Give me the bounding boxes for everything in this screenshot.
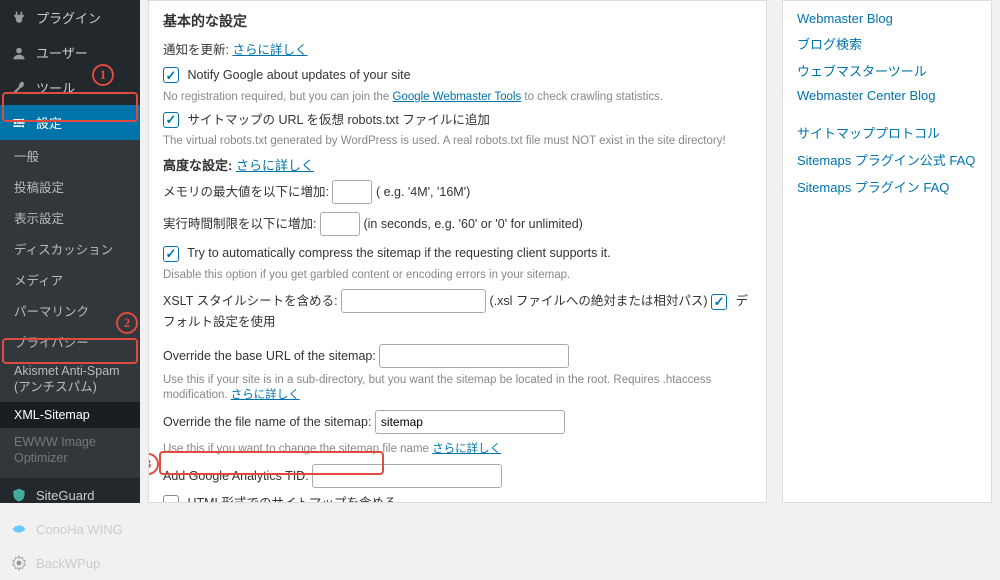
exec-input[interactable]	[320, 212, 360, 236]
settings-panel: 基本的な設定 通知を更新: さらに詳しく Notify Google about…	[148, 0, 767, 503]
sidebar-item-settings[interactable]: 設定	[0, 105, 140, 140]
xslt-input[interactable]	[341, 289, 486, 313]
link-webmaster-center[interactable]: Webmaster Center Blog	[797, 88, 977, 103]
sidebar-item-backwpup[interactable]: BackWPup	[0, 546, 140, 580]
annotation-3: 3	[148, 453, 159, 475]
sidebar-item-display[interactable]: 表示設定	[0, 202, 140, 233]
sidebar-label: SiteGuard	[36, 488, 95, 503]
xslt-hint: (.xsl ファイルへの絶対または相対パス)	[490, 294, 708, 308]
user-icon	[10, 44, 28, 62]
notify-desc-b: to check crawling statistics.	[521, 91, 663, 103]
settings-submenu: 一般 投稿設定 表示設定 ディスカッション メディア パーマリンク プライバシー…	[0, 140, 140, 478]
sitemap-robots-checkbox[interactable]	[163, 112, 179, 128]
sidebar-label: ConoHa WING	[36, 522, 123, 537]
plug-icon	[10, 9, 28, 27]
memory-hint: ( e.g. '4M', '16M')	[376, 185, 470, 199]
sidebar-item-akismet[interactable]: Akismet Anti-Spam (アンチスパム)	[0, 357, 140, 402]
sidebar-item-media[interactable]: メディア	[0, 264, 140, 295]
more-link[interactable]: さらに詳しく	[231, 389, 300, 401]
shield-icon	[10, 486, 28, 504]
link-sitemap-protocol[interactable]: サイトマッププロトコル	[797, 123, 977, 142]
override-name-input[interactable]	[375, 410, 565, 434]
link-webmaster-tool[interactable]: ウェブマスターツール	[797, 61, 977, 80]
sidebar-item-xml-sitemap[interactable]: XML-Sitemap	[0, 402, 140, 428]
exec-hint: (in seconds, e.g. '60' or '0' for unlimi…	[363, 217, 582, 231]
webmaster-tools-link[interactable]: Google Webmaster Tools	[393, 91, 522, 103]
sitemap-robots-label: サイトマップの URL を仮想 robots.txt ファイルに追加	[187, 113, 489, 127]
html-sitemap-checkbox[interactable]	[163, 495, 179, 503]
memory-input[interactable]	[332, 180, 372, 204]
compress-desc: Disable this option if you get garbled c…	[163, 269, 752, 281]
more-link[interactable]: さらに詳しく	[236, 158, 314, 173]
sidebar-label: ツール	[36, 78, 75, 97]
sidebar-label: 設定	[36, 113, 62, 132]
sidebar-item-discussion[interactable]: ディスカッション	[0, 233, 140, 264]
sidebar-item-conoha[interactable]: ConoHa WING	[0, 512, 140, 546]
exec-label: 実行時間制限を以下に増加:	[163, 217, 316, 231]
sidebar-label: プラグイン	[36, 8, 101, 27]
ga-tid-label: Add Google Analytics TID:	[163, 469, 309, 483]
sidebar-label: BackWPup	[36, 556, 100, 571]
compress-label: Try to automatically compress the sitema…	[187, 246, 610, 260]
sidebar-item-plugins[interactable]: プラグイン	[0, 0, 140, 35]
notify-google-checkbox[interactable]	[163, 67, 179, 83]
override-name-desc: Use this if you want to change the sitem…	[163, 443, 432, 455]
more-link[interactable]: さらに詳しく	[232, 43, 307, 57]
memory-label: メモリの最大値を以下に増加:	[163, 185, 329, 199]
sidebar-item-privacy[interactable]: プライバシー	[0, 326, 140, 357]
sidebar-label: ユーザー	[36, 43, 88, 62]
html-sitemap-label: HTML形式でのサイトマップを含める	[187, 496, 396, 503]
more-link[interactable]: さらに詳しく	[432, 443, 501, 455]
sidebar-item-siteguard[interactable]: SiteGuard	[0, 478, 140, 512]
gear-icon	[10, 554, 28, 572]
admin-sidebar: プラグイン ユーザー ツール 設定 一般 投稿設定 表示設定 ディスカッション …	[0, 0, 140, 503]
override-base-label: Override the base URL of the sitemap:	[163, 349, 376, 363]
sidebar-item-users[interactable]: ユーザー	[0, 35, 140, 70]
sidebar-item-permalink[interactable]: パーマリンク	[0, 295, 140, 326]
xslt-default-checkbox[interactable]	[711, 294, 727, 310]
xslt-label: XSLT スタイルシートを含める:	[163, 294, 338, 308]
wrench-icon	[10, 79, 28, 97]
link-webmaster-blog[interactable]: Webmaster Blog	[797, 11, 977, 26]
compress-checkbox[interactable]	[163, 246, 179, 262]
right-links-panel: Webmaster Blog ブログ検索 ウェブマスターツール Webmaste…	[782, 0, 992, 503]
override-name-label: Override the file name of the sitemap:	[163, 415, 371, 429]
sidebar-item-tools[interactable]: ツール	[0, 70, 140, 105]
sidebar-item-posting[interactable]: 投稿設定	[0, 171, 140, 202]
notice-update-label: 通知を更新:	[163, 43, 229, 57]
override-base-input[interactable]	[379, 344, 569, 368]
sliders-icon	[10, 114, 28, 132]
notify-desc-a: No registration required, but you can jo…	[163, 91, 393, 103]
ga-tid-input[interactable]	[312, 464, 502, 488]
link-sitemaps-faq[interactable]: Sitemaps プラグイン公式 FAQ	[797, 150, 977, 169]
panel-title: 基本的な設定	[163, 11, 752, 31]
sitemap-robots-desc: The virtual robots.txt generated by Word…	[163, 135, 752, 147]
notify-google-label: Notify Google about updates of your site	[187, 68, 410, 82]
advanced-label: 高度な設定:	[163, 158, 232, 173]
wing-icon	[10, 520, 28, 538]
sidebar-item-general[interactable]: 一般	[0, 140, 140, 171]
link-sitemaps-plugin-faq[interactable]: Sitemaps プラグイン FAQ	[797, 177, 977, 196]
link-blog-search[interactable]: ブログ検索	[797, 34, 977, 53]
sidebar-item-ewww[interactable]: EWWW Image Optimizer	[0, 428, 140, 473]
